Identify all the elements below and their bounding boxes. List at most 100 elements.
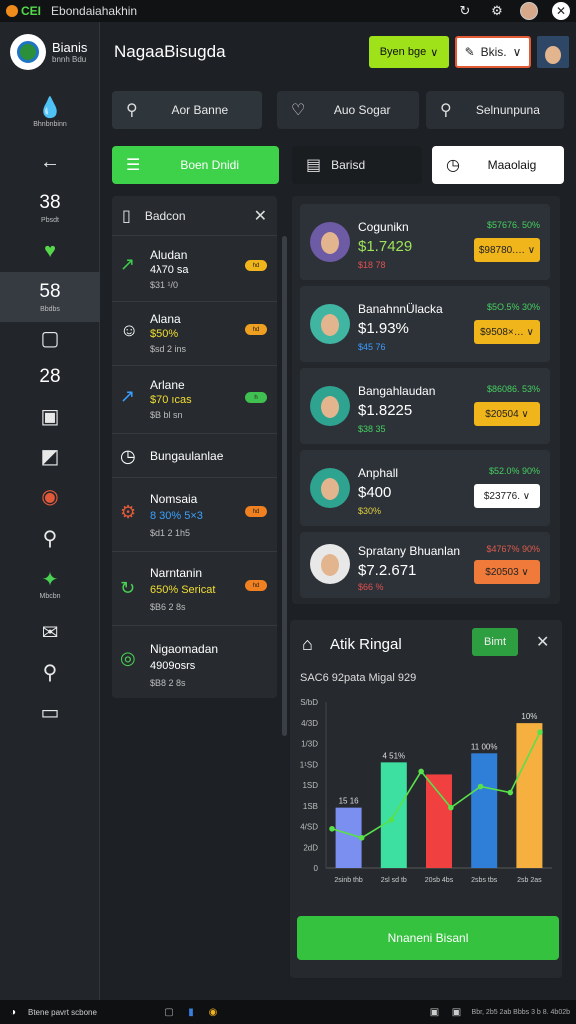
list-item[interactable]: ◎ Nigaomadan 4909osrs $B8 2 8s bbox=[112, 626, 277, 698]
user-icon: ☺ bbox=[120, 320, 139, 340]
asset-value-dropdown[interactable]: $9508×… ∨ bbox=[474, 320, 540, 344]
calendar-icon: ▤ bbox=[306, 157, 322, 174]
list-item-name: Bungaulanlae bbox=[150, 449, 224, 463]
asset-card[interactable]: Spratany Bhuanlan $7.2.671 $66 % $4767% … bbox=[300, 532, 550, 598]
gear-icon[interactable]: ⚙ bbox=[488, 2, 506, 20]
page-icon: ▯ bbox=[122, 207, 131, 225]
browser-icon[interactable]: ◉ bbox=[206, 1005, 220, 1019]
app-brand: CEI bbox=[21, 4, 42, 18]
primary-dropdown-button[interactable]: Byen bge ∨ bbox=[369, 36, 449, 68]
sidebar-item-chart[interactable]: ◩ bbox=[0, 442, 100, 472]
asset-value-dropdown[interactable]: $23776. ∨ bbox=[474, 484, 540, 508]
taskbar-clock: Bbr, 2b5 2ab Bbbs 3 b 8. 4b02b bbox=[471, 1008, 570, 1016]
brand-logo bbox=[10, 34, 46, 70]
chart-line-point bbox=[358, 835, 365, 841]
list-item-sub: $31 ¹/0 bbox=[150, 280, 179, 290]
sidebar-item-number: 28 bbox=[39, 366, 61, 387]
list-item[interactable]: ☺ Alana $50% $sd 2 ins hd bbox=[112, 302, 277, 366]
sidebar-item-38[interactable]: 38 Pbsdt bbox=[0, 188, 100, 228]
x-tick-label: 20sb 4bs bbox=[425, 877, 454, 884]
y-tick-label: 0 bbox=[314, 864, 319, 873]
heart-icon: ♡ bbox=[291, 102, 306, 119]
sidebar-item-28[interactable]: 28 bbox=[0, 360, 100, 394]
avatar[interactable] bbox=[520, 2, 538, 20]
refresh-icon[interactable]: ↻ bbox=[456, 2, 474, 20]
app-icon[interactable]: ▮ bbox=[184, 1005, 198, 1019]
list-item-value: $70 ıcas bbox=[150, 394, 192, 406]
scrollbar[interactable] bbox=[282, 236, 287, 736]
sidebar-item-number: 58 bbox=[39, 281, 61, 302]
white-action-button[interactable]: ◷ Maaolaig bbox=[432, 146, 564, 184]
search-chip-label: Selnunpuna bbox=[475, 103, 540, 117]
white-action-label: Maaolaig bbox=[487, 158, 537, 172]
chart-icon: ↗ bbox=[120, 386, 136, 406]
brand-sub: bnnh Bdu bbox=[52, 55, 87, 64]
search-chip-3[interactable]: ⚲ Selnunpuna bbox=[426, 91, 564, 129]
sidebar-item-search-2[interactable]: ⚲ bbox=[0, 658, 100, 688]
sidebar-item-panel-2[interactable]: ▣ bbox=[0, 402, 100, 432]
asset-value-dropdown[interactable]: $20503 ∨ bbox=[474, 560, 540, 584]
asset-card[interactable]: BanahnnÜlacka $1.93% $45 76 $5O.5% 30% $… bbox=[300, 286, 550, 362]
asset-percent: $4767% 90% bbox=[486, 544, 540, 554]
sidebar-brand[interactable]: Bianis bnnh Bdu bbox=[0, 22, 99, 82]
y-tick-label: 1SD bbox=[302, 781, 318, 790]
close-icon[interactable]: ✕ bbox=[254, 206, 267, 226]
sidebar-item-search[interactable]: ⚲ bbox=[0, 524, 100, 554]
list-item[interactable]: ↗ Aludan 4λ70 sa $31 ¹/0 hd bbox=[112, 236, 277, 302]
search-icon: ⚲ bbox=[42, 528, 58, 550]
chart-action-button[interactable]: Bimt bbox=[472, 628, 518, 656]
sidebar-item-favorites[interactable]: ♥ bbox=[0, 234, 100, 268]
list-item-name: Arlane bbox=[150, 378, 185, 392]
bar-data-label: 15 16 bbox=[339, 797, 360, 806]
list-item[interactable]: ↗ Arlane $70 ıcas $B bl sn h bbox=[112, 366, 277, 434]
list-item[interactable]: ⚙ Nomsaia 8 30% 5×3 $d1 2 1h5 hd bbox=[112, 478, 277, 552]
status-badge: hd bbox=[245, 260, 267, 271]
sidebar-item-back[interactable]: ← bbox=[0, 144, 100, 180]
list-item[interactable]: ↻ Narntanin 650% Sericat $B6 2 8s hd bbox=[112, 552, 277, 626]
list-item-sub: $d1 2 1h5 bbox=[150, 528, 191, 538]
sidebar-item-wallet[interactable]: ▭ bbox=[0, 698, 100, 728]
green-action-button[interactable]: ☰ Boen Dnidi bbox=[112, 146, 279, 184]
asset-card[interactable]: Cogunikn $1.7429 $18 78 $57676. 50% $987… bbox=[300, 204, 550, 280]
chart-icon: ◩ bbox=[40, 446, 60, 468]
app-logo: CEI bbox=[6, 4, 41, 18]
sidebar-item-home[interactable]: 💧 Bhnbnbinn bbox=[0, 92, 100, 134]
search-chip-2[interactable]: ♡ Auo Sogar bbox=[277, 91, 419, 129]
window-icon[interactable]: ▢ bbox=[162, 1005, 176, 1019]
sidebar-item-bag[interactable]: ✉ bbox=[0, 618, 100, 648]
sidebar-item-star[interactable]: ✦ Mbcbn bbox=[0, 564, 100, 606]
primary-dropdown-label: Byen bge bbox=[379, 46, 427, 58]
brand-name: Bianis bbox=[52, 40, 88, 55]
chart-line-point bbox=[537, 729, 543, 735]
list-item-name: Nomsaia bbox=[150, 492, 198, 506]
chart-panel: ⌂ Atik Ringal Bimt ✕ SAC6 92pata Migal 9… bbox=[290, 620, 562, 978]
close-icon[interactable]: ✕ bbox=[552, 2, 570, 20]
asset-card[interactable]: Bangahlaudan $1.8225 $38 35 $86086. 53% … bbox=[300, 368, 550, 444]
taskbar-search[interactable]: Btene pavrt scbone bbox=[28, 1008, 154, 1017]
start-icon[interactable]: ◑ bbox=[6, 1005, 20, 1019]
asset-value-dropdown[interactable]: $98780.… ∨ bbox=[474, 238, 540, 262]
user-avatar[interactable] bbox=[537, 36, 569, 68]
tray-icon[interactable]: ▣ bbox=[450, 1005, 464, 1019]
asset-card[interactable]: Anphall $400 $30% $52.0% 90% $23776. ∨ bbox=[300, 450, 550, 526]
app-logo-icon bbox=[6, 5, 18, 17]
close-icon[interactable]: ✕ bbox=[536, 632, 549, 652]
arrow-left-icon: ← bbox=[40, 151, 60, 173]
dark-action-button[interactable]: ▤ Barisd bbox=[292, 146, 422, 184]
edit-dropdown-button[interactable]: ✎ Bkis. ∨ bbox=[455, 36, 531, 68]
chart-cta-button[interactable]: Nnaneni Bisanl bbox=[297, 916, 559, 960]
tray-icon[interactable]: ▣ bbox=[428, 1005, 442, 1019]
heart-icon: ♥ bbox=[44, 240, 56, 262]
chart-line-point bbox=[477, 783, 484, 790]
asset-value-dropdown[interactable]: $20504 ∨ bbox=[474, 402, 540, 426]
asset-change: $45 76 bbox=[358, 342, 386, 352]
x-tick-label: 2sb 2as bbox=[517, 877, 542, 884]
sidebar-item-panel[interactable]: ▢ bbox=[0, 324, 100, 354]
search-chip-label: Auo Sogar bbox=[333, 103, 391, 117]
sidebar-item-58[interactable]: 58 Bbdbs bbox=[0, 272, 100, 322]
list-item[interactable]: ◷ Bungaulanlae bbox=[112, 434, 277, 478]
chart-icon: ↗ bbox=[120, 254, 136, 274]
search-chip-1[interactable]: ⚲ Aor Banne bbox=[112, 91, 262, 129]
y-tick-label: 1¹SD bbox=[300, 760, 318, 769]
sidebar-item-camera[interactable]: ◉ bbox=[0, 482, 100, 512]
